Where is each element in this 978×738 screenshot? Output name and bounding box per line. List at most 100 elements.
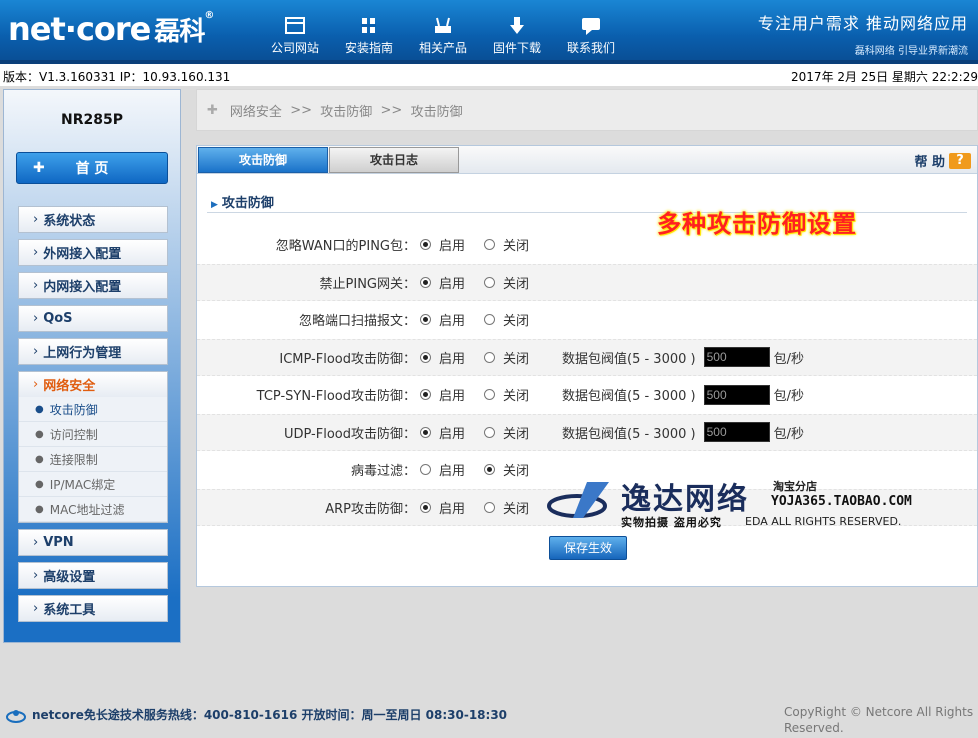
- radio-label: 关闭: [503, 239, 530, 255]
- radio-label: 关闭: [503, 464, 530, 480]
- slogan-sub: 磊科网络 引导业界新潮流: [854, 46, 968, 57]
- radio-enable[interactable]: 启用: [420, 235, 484, 254]
- tab-attack-defense[interactable]: 攻击防御: [198, 147, 328, 173]
- breadcrumb-separator: >>: [380, 102, 403, 118]
- threshold-unit: 包/秒: [773, 426, 804, 442]
- sidebar-menu: › 系统状态 › 外网接入配置 › 内网接入配置 › QoS › 上网行为管理 › 网络安全…: [18, 206, 168, 628]
- home-button[interactable]: ✚ 首 页: [16, 152, 168, 184]
- info-bar: 版本：V1.3.160331 IP：10.93.160.131 2017年 2月…: [0, 60, 978, 86]
- radio-enable[interactable]: 启用: [420, 423, 484, 442]
- radio-circle: [484, 389, 495, 401]
- radio-label: 启用: [439, 314, 466, 330]
- udp-threshold-input[interactable]: [703, 422, 770, 443]
- radio-disable[interactable]: 关闭: [484, 273, 548, 292]
- breadcrumb-separator: >>: [290, 102, 312, 118]
- radio-enable[interactable]: 启用: [420, 348, 484, 367]
- watermark-sub: 实物拍摄 盗用必究: [621, 516, 722, 529]
- radio-enable[interactable]: 启用: [420, 385, 484, 404]
- settings-panel: 攻击防御 攻击日志 帮 助 ? ▶ 攻击防御 多种攻击防御设置 忽略WAN口的PI…: [196, 145, 978, 587]
- slogan-main: 专注用户需求 推动网络应用: [757, 14, 968, 33]
- radio-disable[interactable]: 关闭: [484, 423, 548, 442]
- nav-contact-us[interactable]: 联系我们: [554, 16, 628, 56]
- icmp-threshold-input[interactable]: [703, 347, 770, 368]
- menu-label: 高级设置: [43, 570, 96, 585]
- radio-circle: [420, 239, 431, 251]
- sidebar-item-advanced-settings[interactable]: › 高级设置: [18, 562, 168, 589]
- radio-label: 启用: [439, 276, 466, 292]
- tcp-syn-threshold-input[interactable]: [703, 384, 770, 405]
- hotline-text: netcore免长途技术服务热线：400-810-1616 开放时间：周一至周日…: [32, 708, 508, 722]
- row-tcp-syn-flood: TCP-SYN-Flood攻击防御： 启用 关闭 数据包阀值(5 - 3000 …: [197, 376, 977, 414]
- netcore-logo[interactable]: net·core 磊科®: [8, 10, 214, 48]
- nav-label: 固件下载: [492, 41, 541, 55]
- sidebar: NR285P ✚ 首 页 › 系统状态 › 外网接入配置 › 内网接入配置 › QoS …: [3, 89, 181, 643]
- radio-disable[interactable]: 关闭: [484, 460, 548, 479]
- nav-products[interactable]: 相关产品: [406, 16, 480, 56]
- triangle-right-icon: ▶: [211, 200, 218, 210]
- row-icmp-flood: ICMP-Flood攻击防御： 启用 关闭 数据包阀值(5 - 3000 ) 包…: [197, 338, 977, 376]
- radio-enable[interactable]: 启用: [420, 498, 484, 517]
- help-button[interactable]: 帮 助 ?: [914, 151, 971, 170]
- radio-circle: [420, 501, 431, 513]
- threshold-group: 数据包阀值(5 - 3000 ) 包/秒: [562, 384, 804, 405]
- menu-label: 内网接入配置: [43, 280, 122, 295]
- radio-disable[interactable]: 关闭: [484, 235, 548, 254]
- radio-label: 启用: [439, 351, 466, 367]
- radio-enable[interactable]: 启用: [420, 460, 484, 479]
- submenu-item-attack-defense[interactable]: ● 攻击防御: [19, 397, 167, 422]
- radio-disable[interactable]: 关闭: [484, 348, 548, 367]
- save-button[interactable]: 保存生效: [549, 536, 627, 560]
- submenu-item-access-control[interactable]: ● 访问控制: [19, 422, 167, 447]
- breadcrumb-item: 攻击防御: [320, 104, 373, 120]
- submenu-item-mac-filter[interactable]: ● MAC地址过滤: [19, 497, 167, 522]
- sidebar-item-vpn[interactable]: › VPN: [18, 529, 168, 556]
- sidebar-item-network-security[interactable]: › 网络安全: [18, 371, 168, 398]
- download-icon: [510, 17, 524, 34]
- chevron-right-icon: ›: [33, 344, 39, 359]
- nav-install-guide[interactable]: 安装指南: [332, 16, 406, 56]
- footer: netcore免长途技术服务热线：400-810-1616 开放时间：周一至周日…: [0, 690, 978, 738]
- radio-disable[interactable]: 关闭: [484, 385, 548, 404]
- row-udp-flood: UDP-Flood攻击防御： 启用 关闭 数据包阀值(5 - 3000 ) 包/…: [197, 413, 977, 451]
- nav-label: 公司网站: [270, 41, 319, 55]
- datetime-info: 2017年 2月 25日 星期六 22:2:29: [791, 70, 978, 84]
- bullet-icon: ●: [35, 503, 44, 515]
- radio-circle: [420, 426, 431, 438]
- home-label: 首 页: [75, 161, 109, 177]
- sidebar-item-wan-config[interactable]: › 外网接入配置: [18, 239, 168, 266]
- submenu-item-ip-mac-binding[interactable]: ● IP/MAC绑定: [19, 472, 167, 497]
- row-label: 禁止PING网关：: [319, 276, 416, 292]
- radio-label: 关闭: [503, 389, 530, 405]
- radio-label: 关闭: [503, 314, 530, 330]
- radio-disable[interactable]: 关闭: [484, 310, 548, 329]
- radio-label: 启用: [439, 389, 466, 405]
- sidebar-item-lan-config[interactable]: › 内网接入配置: [18, 272, 168, 299]
- help-label: 帮 助: [914, 155, 945, 170]
- watermark: 逸达网络 淘宝分店 YOJA365.TAOBAO.COM 实物拍摄 盗用必究 E…: [547, 474, 967, 534]
- radio-disable[interactable]: 关闭: [484, 498, 548, 517]
- tab-attack-log[interactable]: 攻击日志: [329, 147, 459, 173]
- sidebar-item-qos[interactable]: › QoS: [18, 305, 168, 332]
- chevron-right-icon: ›: [33, 212, 39, 227]
- bullet-icon: ●: [35, 428, 44, 440]
- radio-circle: [484, 464, 495, 476]
- radio-enable[interactable]: 启用: [420, 273, 484, 292]
- netcore-footer-icon: [6, 709, 26, 723]
- sidebar-item-behavior-management[interactable]: › 上网行为管理: [18, 338, 168, 365]
- threshold-unit: 包/秒: [773, 351, 804, 367]
- nav-firmware-download[interactable]: 固件下载: [480, 16, 554, 56]
- radio-enable[interactable]: 启用: [420, 310, 484, 329]
- row-label: ARP攻击防御：: [325, 501, 416, 517]
- radio-circle: [420, 314, 431, 326]
- submenu-item-connection-limit[interactable]: ● 连接限制: [19, 447, 167, 472]
- bullet-icon: ●: [35, 453, 44, 465]
- menu-label: 系统状态: [43, 214, 96, 229]
- breadcrumb-plus-icon: ✚: [207, 102, 218, 118]
- nav-company-website[interactable]: 公司网站: [258, 16, 332, 56]
- sidebar-item-system-status[interactable]: › 系统状态: [18, 206, 168, 233]
- chevron-right-icon: ›: [33, 568, 39, 583]
- bullet-icon: ●: [35, 403, 44, 415]
- threshold-group: 数据包阀值(5 - 3000 ) 包/秒: [562, 422, 804, 443]
- row-label: UDP-Flood攻击防御：: [283, 426, 416, 442]
- sidebar-item-system-tools[interactable]: › 系统工具: [18, 595, 168, 622]
